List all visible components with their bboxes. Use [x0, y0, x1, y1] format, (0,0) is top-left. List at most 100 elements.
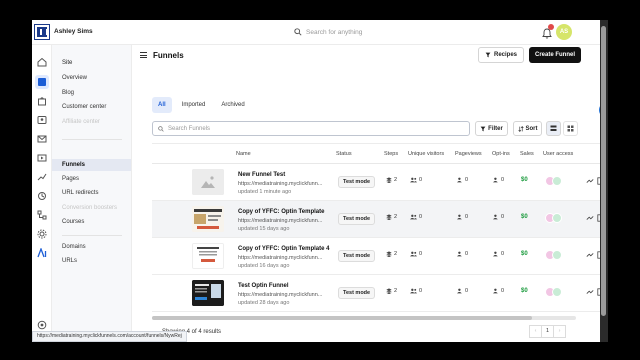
- funnel-name[interactable]: Test Optin Funnel: [238, 283, 289, 289]
- ai-icon[interactable]: [37, 248, 47, 258]
- column-sales[interactable]: Sales: [520, 151, 534, 157]
- funnel-url[interactable]: https://mediatraining.myclickfunn...: [238, 292, 322, 298]
- pageviews-icon: [457, 288, 462, 294]
- status-badge: Test mode: [338, 250, 376, 262]
- help-icon[interactable]: [37, 320, 47, 330]
- contacts-icon[interactable]: [37, 115, 47, 125]
- column-name[interactable]: Name: [236, 151, 251, 157]
- steps-value: 2: [394, 251, 398, 257]
- table-row[interactable]: Copy of YFFC: Optin Template 4 https://m…: [152, 238, 600, 275]
- analytics-icon[interactable]: [37, 172, 47, 182]
- visitors-count: 0: [410, 251, 422, 257]
- table-row[interactable]: Test Optin Funnel https://mediatraining.…: [152, 275, 600, 312]
- column-opt-ins[interactable]: Opt-ins: [492, 151, 510, 157]
- filter-button[interactable]: Filter: [475, 121, 508, 136]
- list-view-button[interactable]: [546, 121, 561, 136]
- avatar[interactable]: AS: [556, 24, 572, 40]
- column-unique-visitors[interactable]: Unique visitors: [408, 151, 444, 157]
- user-access-avatars[interactable]: [545, 250, 567, 260]
- tab-all[interactable]: All: [152, 97, 172, 113]
- store-icon[interactable]: [37, 96, 47, 106]
- sort-button-label: Sort: [525, 125, 538, 132]
- tab-imported[interactable]: Imported: [176, 97, 212, 113]
- column-steps[interactable]: Steps: [384, 151, 398, 157]
- funnel-name[interactable]: New Funnel Test: [238, 172, 285, 178]
- pageviews-value: 0: [465, 214, 469, 220]
- user-access-avatars[interactable]: [545, 176, 567, 186]
- optins-count: 0: [493, 251, 504, 257]
- user-access-avatars[interactable]: [545, 287, 567, 297]
- avatar: [552, 213, 562, 223]
- notifications-button[interactable]: [542, 24, 554, 39]
- settings-icon[interactable]: [37, 229, 47, 239]
- workspace-user-name[interactable]: Ashley Sims: [54, 28, 93, 35]
- sidebar-item-blog[interactable]: Blog: [62, 90, 74, 96]
- users-icon: [410, 288, 417, 294]
- funnel-url[interactable]: https://mediatraining.myclickfunn...: [238, 255, 322, 261]
- funnel-name[interactable]: Copy of YFFC: Optin Template 4: [238, 246, 329, 252]
- grid-view-button[interactable]: [563, 121, 578, 136]
- user-access-avatars[interactable]: [545, 213, 567, 223]
- column-pageviews[interactable]: Pageviews: [455, 151, 482, 157]
- optin-user-icon: [493, 288, 498, 294]
- window-scrollbar-thumb[interactable]: [601, 26, 606, 316]
- mail-icon[interactable]: [37, 134, 47, 144]
- tab-archived[interactable]: Archived: [215, 97, 250, 113]
- next-page-button[interactable]: ›: [553, 325, 566, 338]
- stats-icon[interactable]: [586, 214, 594, 222]
- sidebar-item-urls[interactable]: URLs: [62, 258, 77, 264]
- sidebar-item-conversion-boosters[interactable]: Conversion boosters: [62, 205, 117, 211]
- visitors-count: 0: [410, 214, 422, 220]
- funnel-thumbnail[interactable]: [192, 206, 224, 232]
- site-icon[interactable]: [35, 75, 49, 89]
- global-search[interactable]: Search for anything: [294, 26, 362, 38]
- pagination: ‹ 1 ›: [529, 325, 566, 338]
- sidebar-item-funnels[interactable]: Funnels: [62, 162, 85, 168]
- window-scrollbar[interactable]: [600, 20, 608, 342]
- sales-value: $0: [521, 177, 528, 183]
- clickfunnels-logo-icon[interactable]: [34, 24, 50, 40]
- table-row[interactable]: Copy of YFFC: Optin Template https://med…: [152, 201, 600, 238]
- funnel-thumbnail[interactable]: [192, 280, 224, 306]
- sidebar-item-url-redirects[interactable]: URL redirects: [62, 190, 98, 196]
- workflows-icon[interactable]: [37, 210, 47, 220]
- browser-status-url: https://mediatraining.myclickfunnels.com…: [32, 331, 187, 342]
- sidebar: Site Overview Blog Customer center Affil…: [52, 45, 132, 342]
- avatar: [552, 287, 562, 297]
- automation-icon[interactable]: [37, 191, 47, 201]
- column-user-access[interactable]: User access: [543, 151, 573, 157]
- scrollbar-thumb[interactable]: [152, 316, 532, 320]
- table-row[interactable]: New Funnel Test https://mediatraining.my…: [152, 164, 600, 201]
- funnel-updated: updated 1 minute ago: [238, 189, 292, 195]
- column-status[interactable]: Status: [336, 151, 352, 157]
- funnel-url[interactable]: https://mediatraining.myclickfunn...: [238, 181, 322, 187]
- page-preview-icon: [192, 206, 224, 232]
- stats-icon[interactable]: [586, 288, 594, 296]
- pageviews-icon: [457, 214, 462, 220]
- menu-toggle-icon[interactable]: [140, 52, 147, 58]
- sidebar-item-domains[interactable]: Domains: [62, 244, 86, 250]
- page-preview-icon: [192, 280, 224, 306]
- sidebar-item-courses[interactable]: Courses: [62, 219, 84, 225]
- recipes-button[interactable]: Recipes: [478, 47, 524, 63]
- funnel-search-input[interactable]: Search Funnels: [152, 121, 470, 136]
- sort-button[interactable]: Sort: [513, 121, 542, 136]
- funnel-tabs: All Imported Archived: [152, 97, 251, 113]
- media-icon[interactable]: [37, 153, 47, 163]
- funnel-thumbnail[interactable]: [192, 243, 224, 269]
- create-funnel-label: Create Funnel: [534, 52, 575, 58]
- stats-icon[interactable]: [586, 251, 594, 259]
- funnel-name[interactable]: Copy of YFFC: Optin Template: [238, 209, 324, 215]
- funnel-url[interactable]: https://mediatraining.myclickfunn...: [238, 218, 322, 224]
- pageviews-count: 0: [457, 251, 468, 257]
- optins-count: 0: [493, 177, 504, 183]
- create-funnel-button[interactable]: Create Funnel: [529, 47, 581, 63]
- stats-icon[interactable]: [586, 177, 594, 185]
- funnel-thumbnail[interactable]: [192, 169, 224, 195]
- sidebar-item-overview[interactable]: Overview: [62, 75, 87, 81]
- table-horizontal-scrollbar[interactable]: [152, 316, 576, 320]
- sidebar-item-affiliate-center[interactable]: Affiliate center: [62, 119, 100, 125]
- sidebar-item-customer-center[interactable]: Customer center: [62, 104, 106, 110]
- home-icon[interactable]: [37, 57, 47, 67]
- sidebar-item-pages[interactable]: Pages: [62, 176, 79, 182]
